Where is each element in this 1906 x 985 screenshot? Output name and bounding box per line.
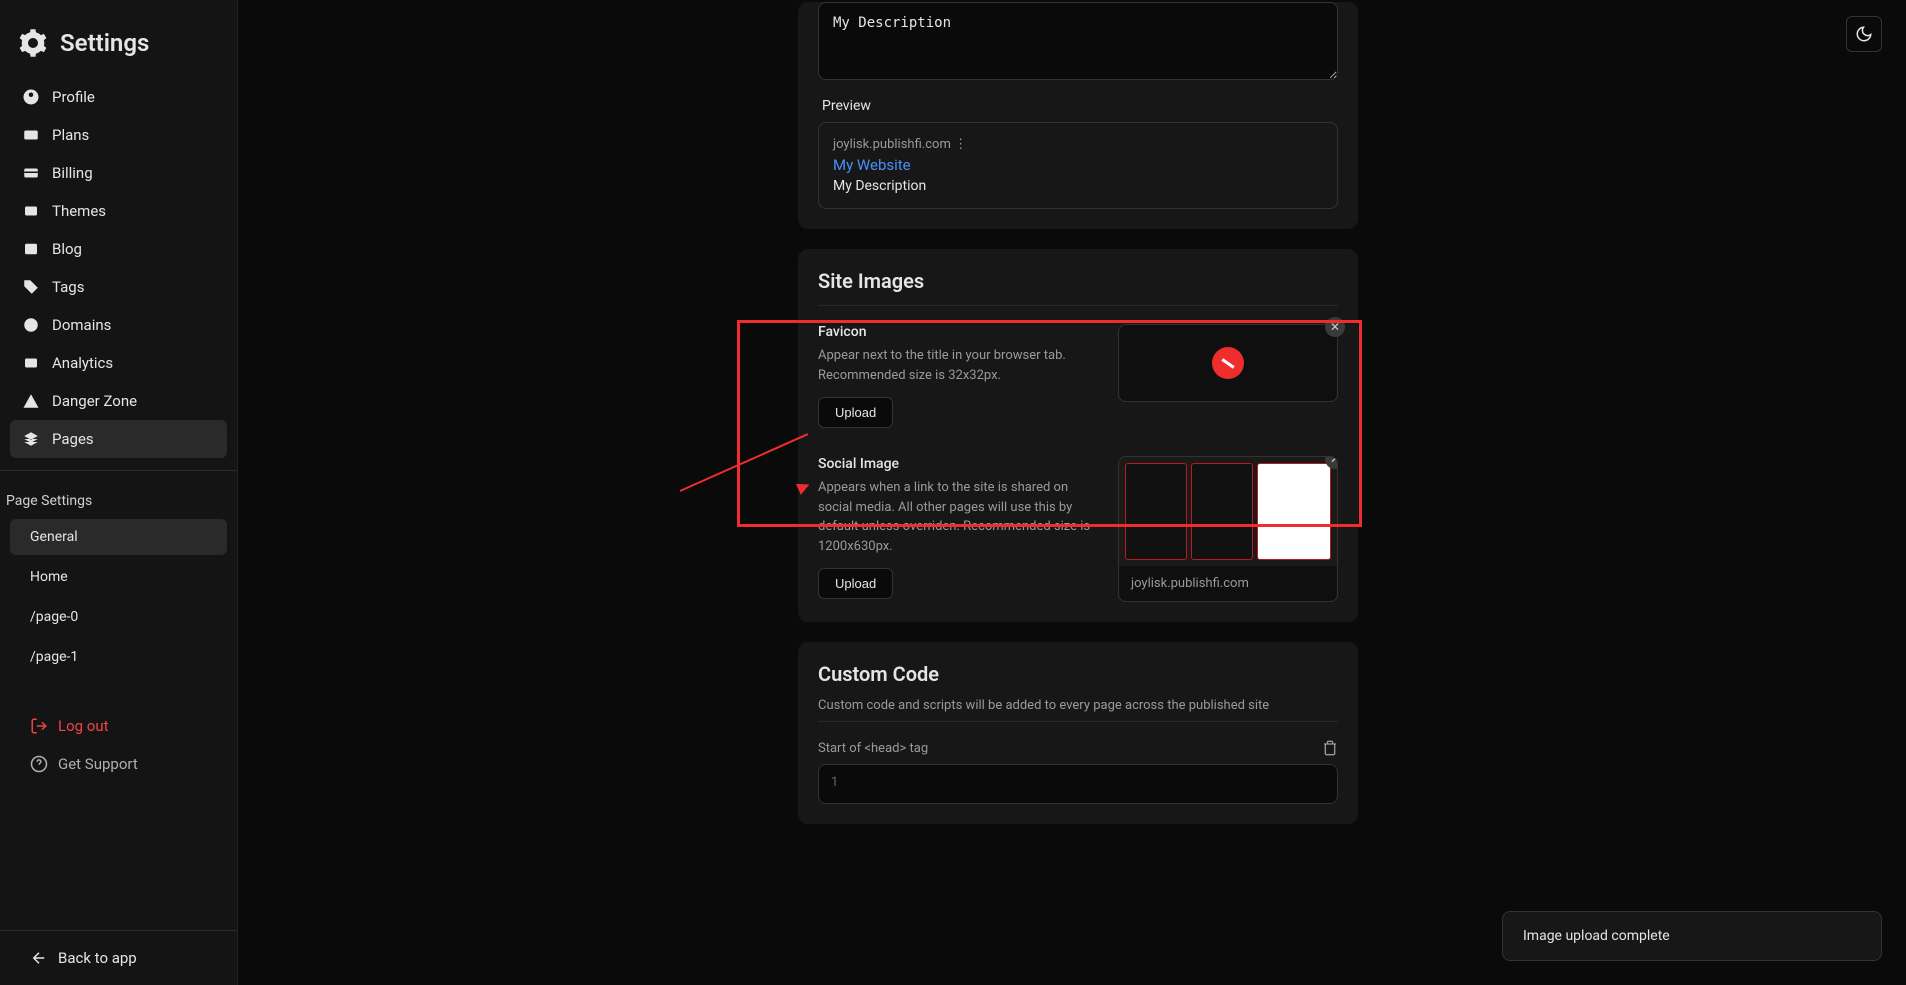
support-label: Get Support	[58, 755, 138, 773]
preview-url: joylisk.publishfi.com ⋮	[833, 137, 1323, 152]
preview-box: joylisk.publishfi.com ⋮ My Website My De…	[818, 122, 1338, 209]
tag-icon	[22, 278, 40, 296]
social-preview: joylisk.publishfi.com ✕	[1118, 456, 1338, 602]
card-icon	[22, 126, 40, 144]
analytics-icon	[22, 354, 40, 372]
sidebar-item-themes[interactable]: Themes	[10, 192, 227, 230]
page-item-home[interactable]: Home	[10, 559, 227, 595]
nav-label: Tags	[52, 278, 84, 296]
sidebar-item-danger[interactable]: Danger Zone	[10, 382, 227, 420]
social-upload-button[interactable]: Upload	[818, 568, 893, 599]
gear-icon	[18, 28, 48, 58]
theme-toggle-button[interactable]	[1846, 16, 1882, 52]
nav-label: Billing	[52, 164, 93, 182]
custom-code-card: Custom Code Custom code and scripts will…	[798, 642, 1358, 824]
sidebar-header: Settings	[0, 0, 237, 78]
nav-label: Plans	[52, 126, 89, 144]
themes-icon	[22, 202, 40, 220]
page-item-page1[interactable]: /page-1	[10, 639, 227, 675]
back-icon	[30, 949, 48, 967]
sidebar-item-billing[interactable]: Billing	[10, 154, 227, 192]
logout-icon	[30, 717, 48, 735]
favicon-preview: ✕	[1118, 324, 1338, 402]
divider	[818, 305, 1338, 306]
globe-icon	[22, 316, 40, 334]
warning-icon	[22, 392, 40, 410]
layers-icon	[22, 430, 40, 448]
sidebar-item-plans[interactable]: Plans	[10, 116, 227, 154]
nav-list: Profile Plans Billing Themes Blog Tags D…	[0, 78, 237, 458]
sidebar-item-domains[interactable]: Domains	[10, 306, 227, 344]
divider	[0, 470, 237, 471]
trash-icon[interactable]	[1322, 740, 1338, 756]
favicon-image	[1212, 347, 1244, 379]
head-code-input[interactable]: 1	[818, 764, 1338, 804]
favicon-remove-button[interactable]: ✕	[1325, 317, 1345, 337]
logout-label: Log out	[58, 717, 109, 735]
social-desc: Appears when a link to the site is share…	[818, 478, 1098, 556]
favicon-desc: Appear next to the title in your browser…	[818, 346, 1098, 385]
toast-message: Image upload complete	[1523, 928, 1670, 944]
nav-label: Themes	[52, 202, 106, 220]
sidebar-item-analytics[interactable]: Analytics	[10, 344, 227, 382]
page-item-page0[interactable]: /page-0	[10, 599, 227, 635]
nav-label: Danger Zone	[52, 392, 137, 410]
sidebar-item-profile[interactable]: Profile	[10, 78, 227, 116]
sidebar: Settings Profile Plans Billing Themes Bl…	[0, 0, 238, 985]
main-content: Preview joylisk.publishfi.com ⋮ My Websi…	[238, 0, 1906, 985]
favicon-upload-button[interactable]: Upload	[818, 397, 893, 428]
social-title: Social Image	[818, 456, 1098, 472]
head-code-label: Start of <head> tag	[818, 741, 928, 756]
site-images-title: Site Images	[818, 269, 1338, 293]
toast-notification: Image upload complete	[1502, 911, 1882, 961]
favicon-title: Favicon	[818, 324, 1098, 340]
nav-label: Domains	[52, 316, 111, 334]
divider	[818, 721, 1338, 722]
billing-icon	[22, 164, 40, 182]
back-to-app[interactable]: Back to app	[0, 930, 237, 985]
preview-title[interactable]: My Website	[833, 156, 1323, 174]
help-icon	[30, 755, 48, 773]
page-item-general[interactable]: General	[10, 519, 227, 555]
description-textarea[interactable]	[818, 2, 1338, 80]
nav-label: Analytics	[52, 354, 113, 372]
nav-label: Blog	[52, 240, 82, 258]
user-icon	[22, 88, 40, 106]
site-images-card: Site Images Favicon Appear next to the t…	[798, 249, 1358, 622]
blog-icon	[22, 240, 40, 258]
custom-code-subtitle: Custom code and scripts will be added to…	[818, 698, 1338, 713]
code-line-no: 1	[831, 775, 838, 790]
sidebar-item-tags[interactable]: Tags	[10, 268, 227, 306]
nav-label: Pages	[52, 430, 94, 448]
page-settings-label: Page Settings	[0, 483, 237, 517]
support-button[interactable]: Get Support	[0, 745, 237, 783]
preview-label: Preview	[822, 98, 1338, 114]
moon-icon	[1855, 25, 1873, 43]
social-url: joylisk.publishfi.com	[1119, 566, 1337, 601]
social-image	[1119, 457, 1337, 566]
custom-code-title: Custom Code	[818, 662, 1338, 686]
sidebar-item-blog[interactable]: Blog	[10, 230, 227, 268]
nav-label: Profile	[52, 88, 95, 106]
sidebar-title: Settings	[60, 29, 149, 57]
sidebar-item-pages[interactable]: Pages	[10, 420, 227, 458]
back-label: Back to app	[58, 949, 137, 967]
preview-desc: My Description	[833, 178, 1323, 194]
logout-button[interactable]: Log out	[0, 707, 237, 745]
